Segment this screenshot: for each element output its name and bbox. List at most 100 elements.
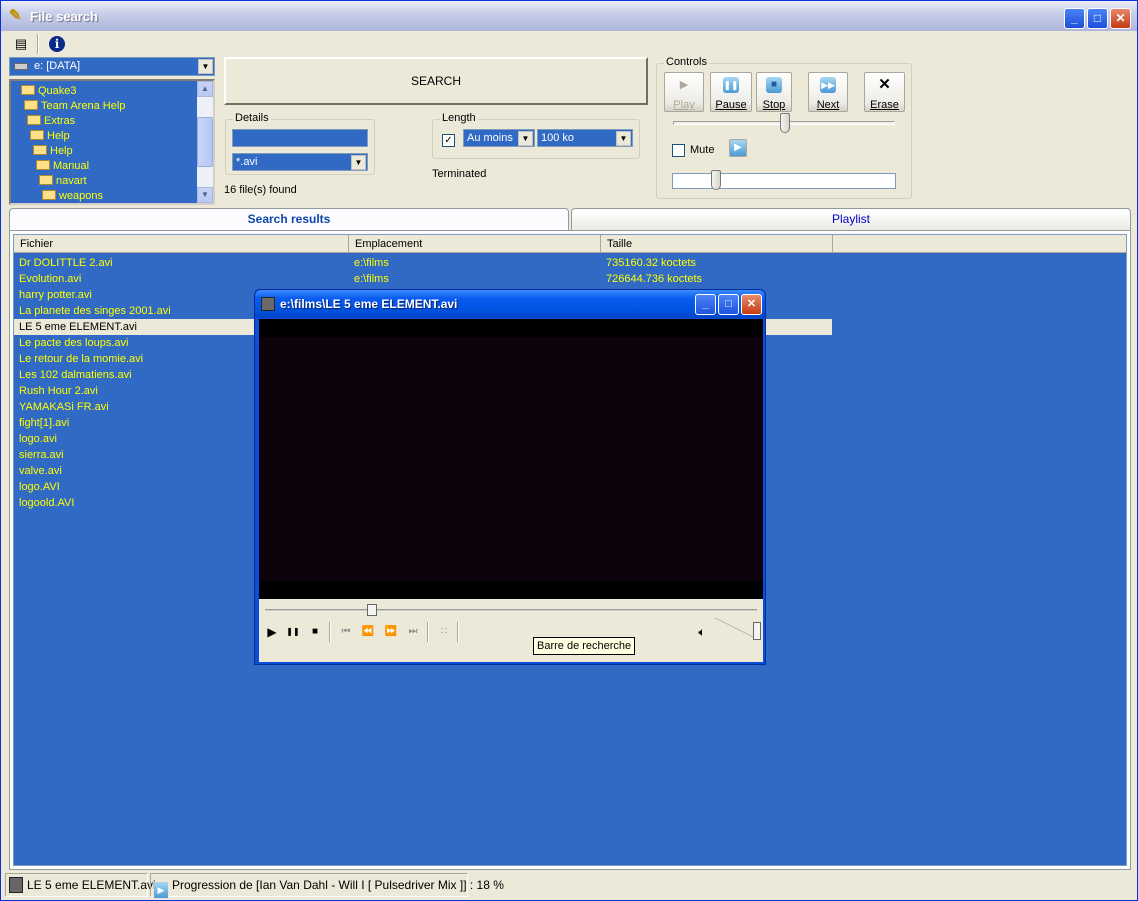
seek-thumb[interactable] bbox=[367, 604, 377, 616]
column-header-taille[interactable]: Taille bbox=[601, 235, 833, 253]
file-name-cell: harry potter.avi bbox=[19, 289, 92, 301]
volume-slider[interactable] bbox=[672, 173, 896, 189]
player-menu-button[interactable]: ∷ bbox=[435, 624, 453, 640]
search-button[interactable]: SEARCH bbox=[224, 57, 648, 105]
folder-icon bbox=[21, 85, 35, 95]
folder-open-icon bbox=[33, 145, 47, 155]
length-checkbox[interactable]: ✓ bbox=[442, 134, 455, 147]
speaker-icon[interactable]: 🔈︎ bbox=[693, 624, 711, 640]
pause-button[interactable]: ❚❚ Pause bbox=[710, 72, 752, 112]
chevron-down-icon[interactable]: ▼ bbox=[198, 59, 213, 74]
folder-tree[interactable]: Quake3 Team Arena Help Extras Help Help … bbox=[9, 79, 215, 205]
chevron-down-icon[interactable]: ▼ bbox=[351, 155, 366, 170]
scroll-thumb[interactable] bbox=[197, 117, 213, 167]
scroll-down-icon[interactable]: ▼ bbox=[197, 187, 213, 203]
chevron-down-icon[interactable]: ▼ bbox=[616, 131, 631, 146]
length-size-select[interactable]: 100 ko ▼ bbox=[537, 129, 633, 147]
player-close-button[interactable]: ✕ bbox=[741, 294, 762, 315]
player-rewind-button[interactable]: ⏪ bbox=[359, 624, 377, 640]
player-forward-button[interactable]: ⏩ bbox=[382, 624, 400, 640]
close-button[interactable]: ✕ bbox=[1110, 8, 1131, 29]
tree-item[interactable]: Help bbox=[33, 144, 73, 159]
tree-item[interactable]: Help bbox=[30, 129, 70, 144]
name-input[interactable] bbox=[232, 129, 368, 147]
film-icon bbox=[9, 877, 23, 893]
file-name-cell: logo.avi bbox=[19, 433, 57, 445]
player-maximize-button[interactable]: □ bbox=[718, 294, 739, 315]
scroll-up-icon[interactable]: ▲ bbox=[197, 81, 213, 97]
folder-icon bbox=[42, 190, 56, 200]
tree-item[interactable]: navart bbox=[39, 174, 87, 189]
player-separator bbox=[457, 622, 459, 642]
player-pause-button[interactable]: ❚❚ bbox=[284, 624, 302, 640]
mute-label: Mute bbox=[690, 144, 715, 156]
video-area[interactable] bbox=[259, 319, 763, 599]
drive-select-value: e: [DATA] bbox=[34, 60, 81, 72]
minimize-button[interactable]: _ bbox=[1064, 8, 1085, 29]
video-frame bbox=[259, 337, 763, 581]
tree-item[interactable]: Manual bbox=[36, 159, 89, 174]
erase-button[interactable]: ✕ Erase bbox=[864, 72, 905, 112]
filter-select[interactable]: *.avi ▼ bbox=[232, 153, 368, 171]
search-list-icon[interactable]: ▤ bbox=[9, 34, 33, 54]
player-prev-button[interactable]: ⏮ bbox=[337, 624, 355, 640]
tree-item[interactable]: Quake3 bbox=[21, 84, 77, 99]
folder-open-icon bbox=[30, 130, 44, 140]
file-name-cell: YAMAKASi FR.avi bbox=[19, 401, 109, 413]
table-row[interactable]: Evolution.avi e:\films 726644.736 koctets bbox=[14, 271, 832, 287]
location-cell: e:\films bbox=[354, 273, 389, 285]
tab-playlist[interactable]: Playlist bbox=[571, 208, 1131, 230]
column-header-emplacement[interactable]: Emplacement bbox=[349, 235, 601, 253]
tree-item[interactable]: weapons bbox=[42, 189, 103, 203]
player-stop-button[interactable]: ■ bbox=[306, 624, 324, 640]
file-name-cell: sierra.avi bbox=[19, 449, 64, 461]
stop-icon: ■ bbox=[766, 77, 782, 93]
file-name-cell: Dr DOLITTLE 2.avi bbox=[19, 257, 113, 269]
player-title-bar[interactable]: e:\films\LE 5 eme ELEMENT.avi _ □ ✕ bbox=[255, 290, 765, 318]
window-title: File search bbox=[30, 9, 98, 24]
stop-button[interactable]: ■ Stop bbox=[756, 72, 792, 112]
volume-slider-thumb[interactable] bbox=[711, 170, 721, 190]
size-cell: 735160.32 koctets bbox=[606, 257, 696, 269]
player-volume-thumb[interactable] bbox=[753, 622, 761, 640]
folder-open-icon bbox=[36, 160, 50, 170]
player-minimize-button[interactable]: _ bbox=[695, 294, 716, 315]
folder-open-icon bbox=[27, 115, 41, 125]
tree-scrollbar[interactable]: ▲ ▼ bbox=[197, 81, 213, 203]
folder-open-icon bbox=[39, 175, 53, 185]
title-bar[interactable]: ✎ File search _ □ ✕ bbox=[1, 1, 1137, 31]
next-button[interactable]: ▶▶ Next bbox=[808, 72, 848, 112]
drive-select[interactable]: e: [DATA] ▼ bbox=[9, 57, 215, 76]
tab-search-results[interactable]: Search results bbox=[9, 208, 569, 230]
tree-item[interactable]: Team Arena Help bbox=[24, 99, 125, 114]
maximize-button[interactable]: □ bbox=[1087, 8, 1108, 29]
file-name-cell: Les 102 dalmatiens.avi bbox=[19, 369, 132, 381]
file-name-cell: Rush Hour 2.avi bbox=[19, 385, 98, 397]
location-cell: e:\films bbox=[354, 257, 389, 269]
column-header-fichier[interactable]: Fichier bbox=[14, 235, 349, 253]
length-mode-select[interactable]: Au moins ▼ bbox=[463, 129, 535, 147]
film-icon bbox=[261, 297, 275, 311]
file-name-cell: Le retour de la momie.avi bbox=[19, 353, 144, 365]
file-name-cell: logo.AVI bbox=[19, 481, 60, 493]
play-button[interactable]: ▶ Play bbox=[664, 72, 704, 112]
play-small-button[interactable]: ▶ bbox=[729, 139, 747, 157]
player-separator bbox=[427, 622, 429, 642]
file-name-cell: fight[1].avi bbox=[19, 417, 70, 429]
column-header-empty bbox=[833, 235, 1126, 253]
size-cell: 726644.736 koctets bbox=[606, 273, 703, 285]
chevron-down-icon[interactable]: ▼ bbox=[518, 131, 533, 146]
files-found-count: 16 file(s) found bbox=[224, 184, 297, 196]
tree-item[interactable]: Extras bbox=[27, 114, 75, 129]
play-icon: ▶ bbox=[734, 142, 742, 153]
info-button[interactable]: i bbox=[45, 34, 69, 54]
player-next-button[interactable]: ⏭ bbox=[404, 624, 422, 640]
position-slider-thumb[interactable] bbox=[780, 113, 790, 133]
seek-bar[interactable] bbox=[265, 609, 757, 611]
length-mode-value: Au moins bbox=[467, 132, 513, 144]
table-row[interactable]: Dr DOLITTLE 2.avi e:\films 735160.32 kocte… bbox=[14, 255, 832, 271]
folder-open-icon bbox=[24, 100, 38, 110]
player-play-button[interactable]: ▶ bbox=[263, 624, 281, 640]
mute-checkbox[interactable] bbox=[672, 144, 685, 157]
file-name-cell: valve.avi bbox=[19, 465, 62, 477]
